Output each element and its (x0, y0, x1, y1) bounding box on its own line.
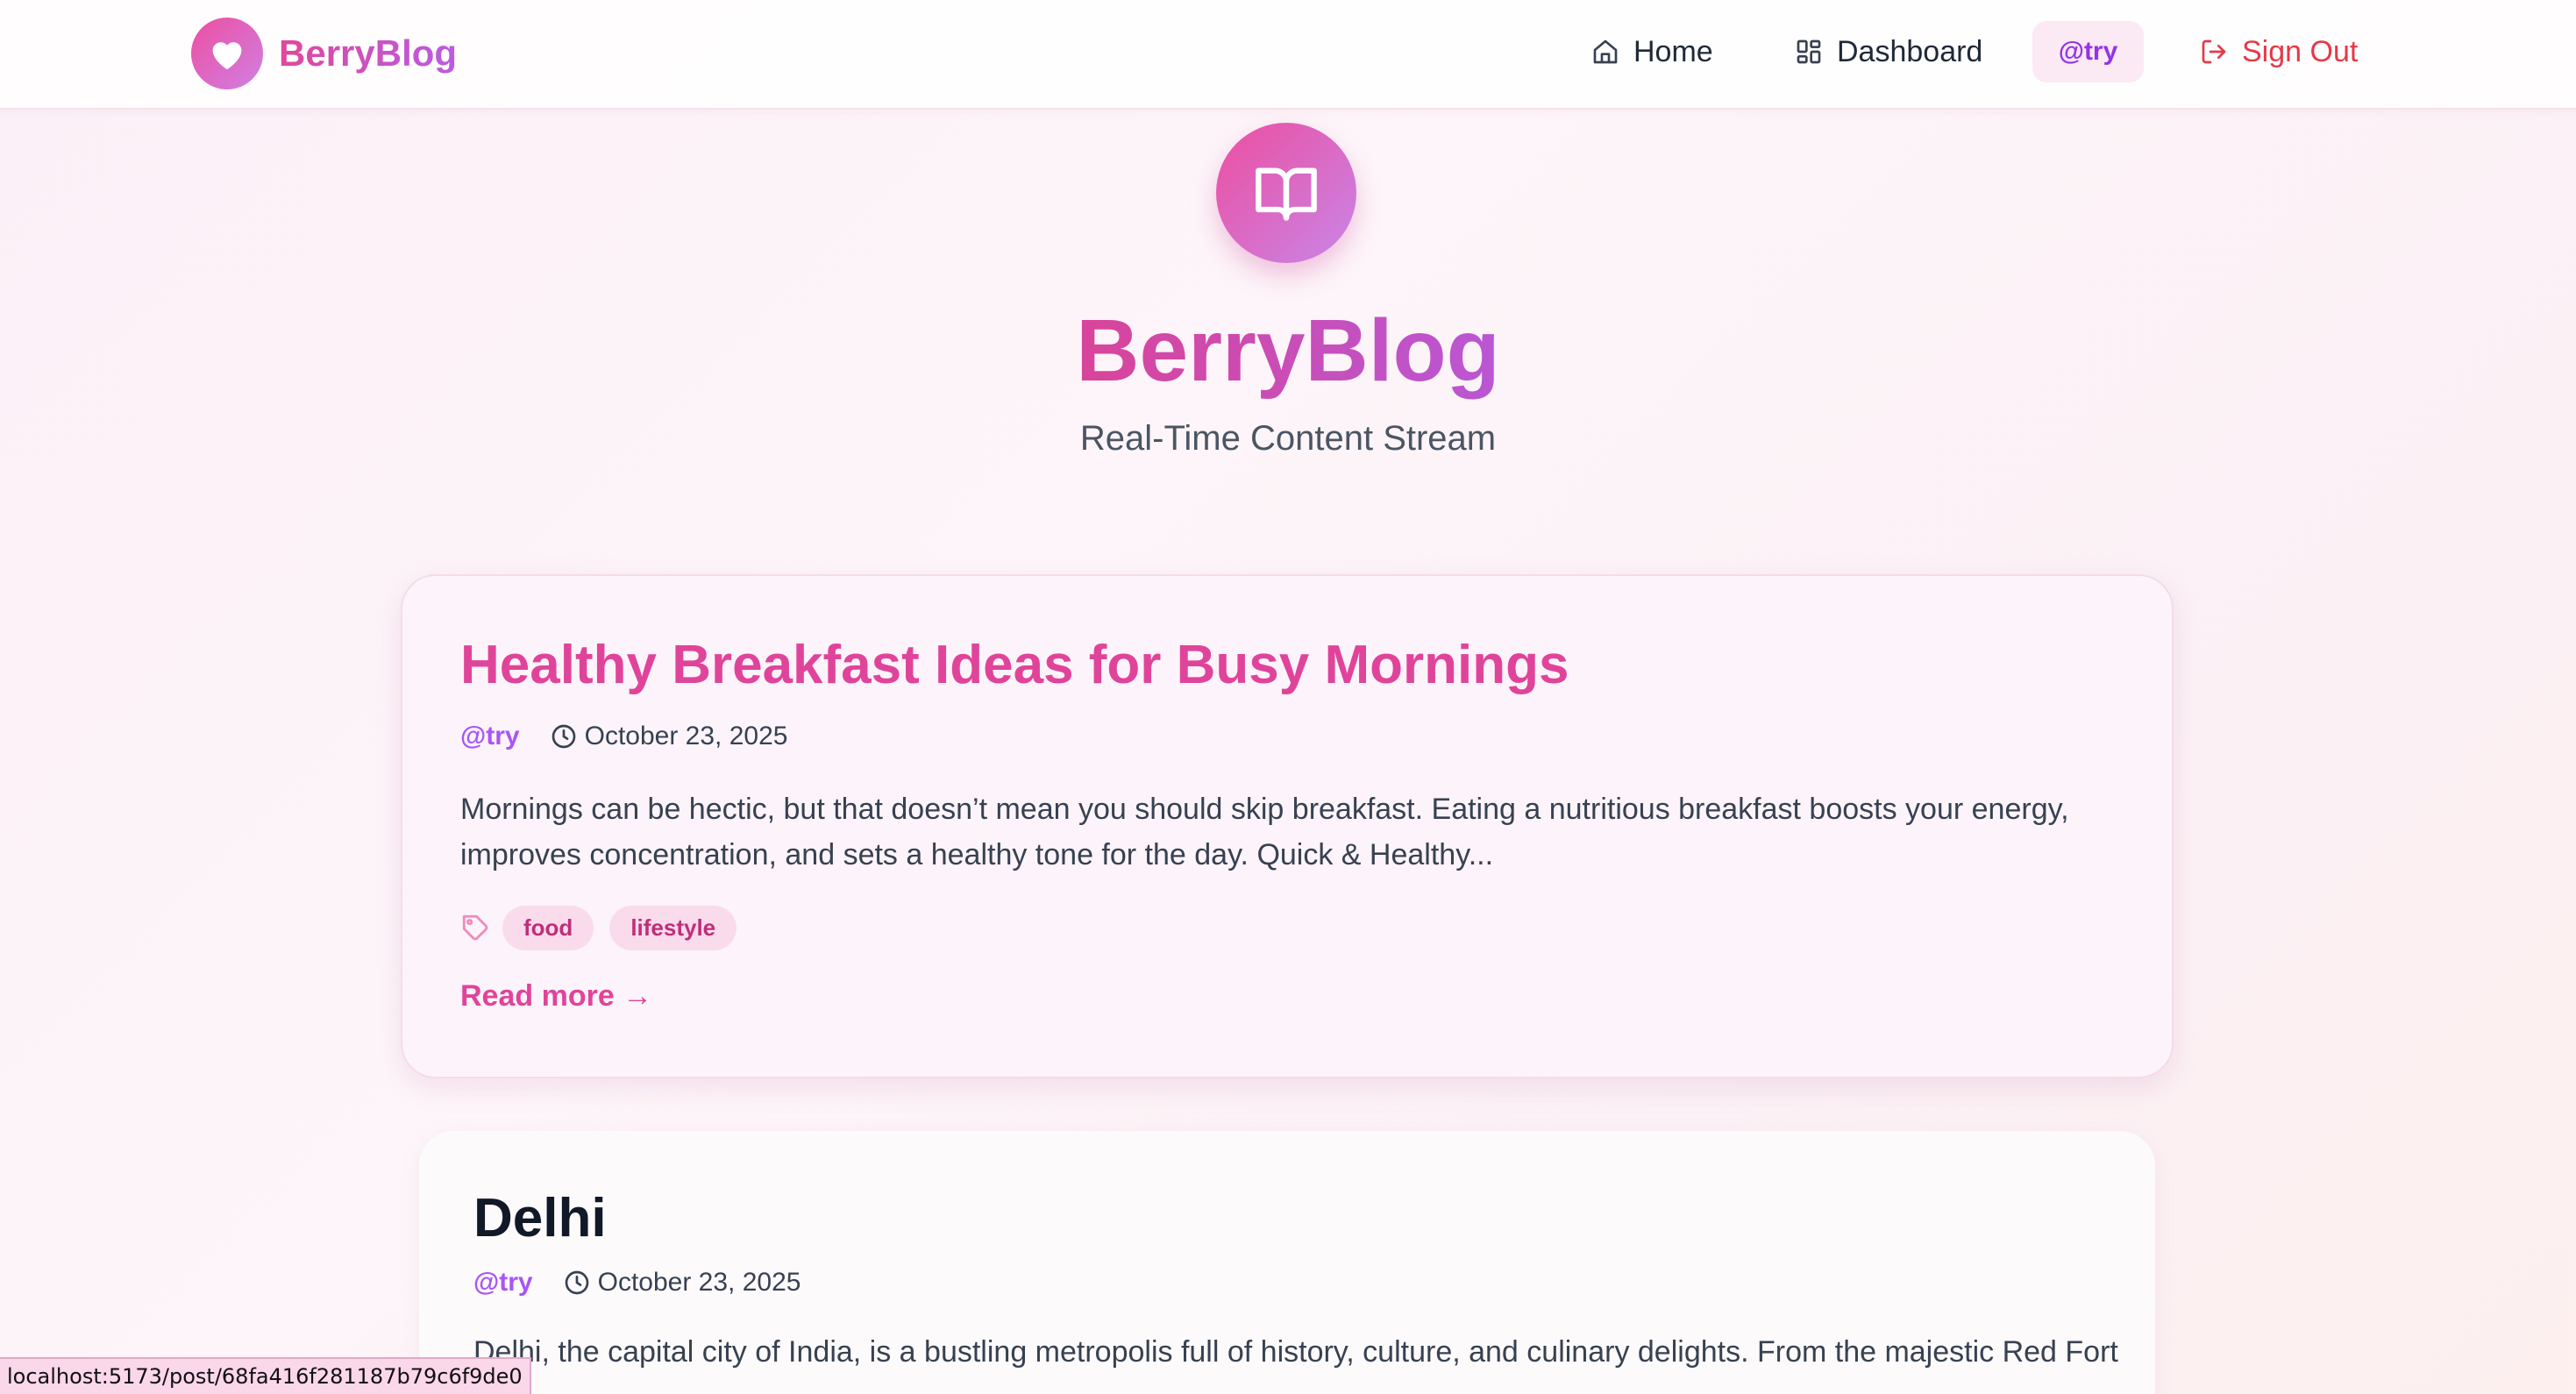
post-date-text: October 23, 2025 (584, 722, 788, 750)
post-card[interactable]: Healthy Breakfast Ideas for Busy Morning… (401, 574, 2174, 1078)
nav-home-label: Home (1633, 34, 1713, 68)
clock-icon (550, 722, 578, 750)
top-navbar: BerryBlog Home Dashboard @try Sign Out (0, 0, 2576, 110)
post-meta: @try October 23, 2025 (473, 1268, 801, 1298)
page-subtitle: Real-Time Content Stream (1079, 419, 1497, 458)
nav-dashboard-label: Dashboard (1837, 34, 1983, 68)
home-icon (1591, 38, 1619, 66)
post-date-text: October 23, 2025 (597, 1268, 801, 1297)
nav-user-label: @try (2058, 37, 2118, 66)
logout-icon (2200, 38, 2228, 66)
nav-dashboard-link[interactable]: Dashboard (1795, 21, 1982, 82)
tag-chip[interactable]: lifestyle (609, 905, 737, 950)
status-bar-url: localhost:5173/post/68fa416f281187b79c6f… (0, 1357, 531, 1394)
book-icon (1216, 123, 1356, 263)
tag-chip[interactable]: food (502, 905, 594, 950)
clock-icon (563, 1269, 591, 1297)
nav-home-link[interactable]: Home (1591, 21, 1713, 82)
post-author-link[interactable]: @try (460, 722, 520, 751)
post-tags: food lifestyle (460, 905, 752, 950)
post-excerpt: Delhi, the capital city of India, is a b… (473, 1335, 2118, 1394)
sign-out-label: Sign Out (2242, 34, 2359, 68)
post-date: October 23, 2025 (550, 722, 788, 751)
read-more-link[interactable]: Read more → (460, 979, 652, 1013)
post-title-link[interactable]: Delhi (473, 1187, 607, 1249)
post-card[interactable]: Delhi @try October 23, 2025 Delhi, the c… (419, 1131, 2155, 1394)
sign-out-button[interactable]: Sign Out (2200, 21, 2358, 82)
post-meta: @try October 23, 2025 (460, 722, 787, 751)
post-excerpt: Mornings can be hectic, but that doesn’t… (460, 793, 2069, 871)
page-title: BerryBlog (1076, 302, 1500, 400)
post-date: October 23, 2025 (563, 1268, 801, 1298)
nav-user-profile[interactable]: @try (2032, 21, 2144, 82)
post-author-link[interactable]: @try (473, 1268, 533, 1298)
dashboard-icon (1795, 38, 1823, 66)
post-title-link[interactable]: Healthy Breakfast Ideas for Busy Morning… (460, 634, 1569, 696)
tag-icon (460, 913, 490, 942)
